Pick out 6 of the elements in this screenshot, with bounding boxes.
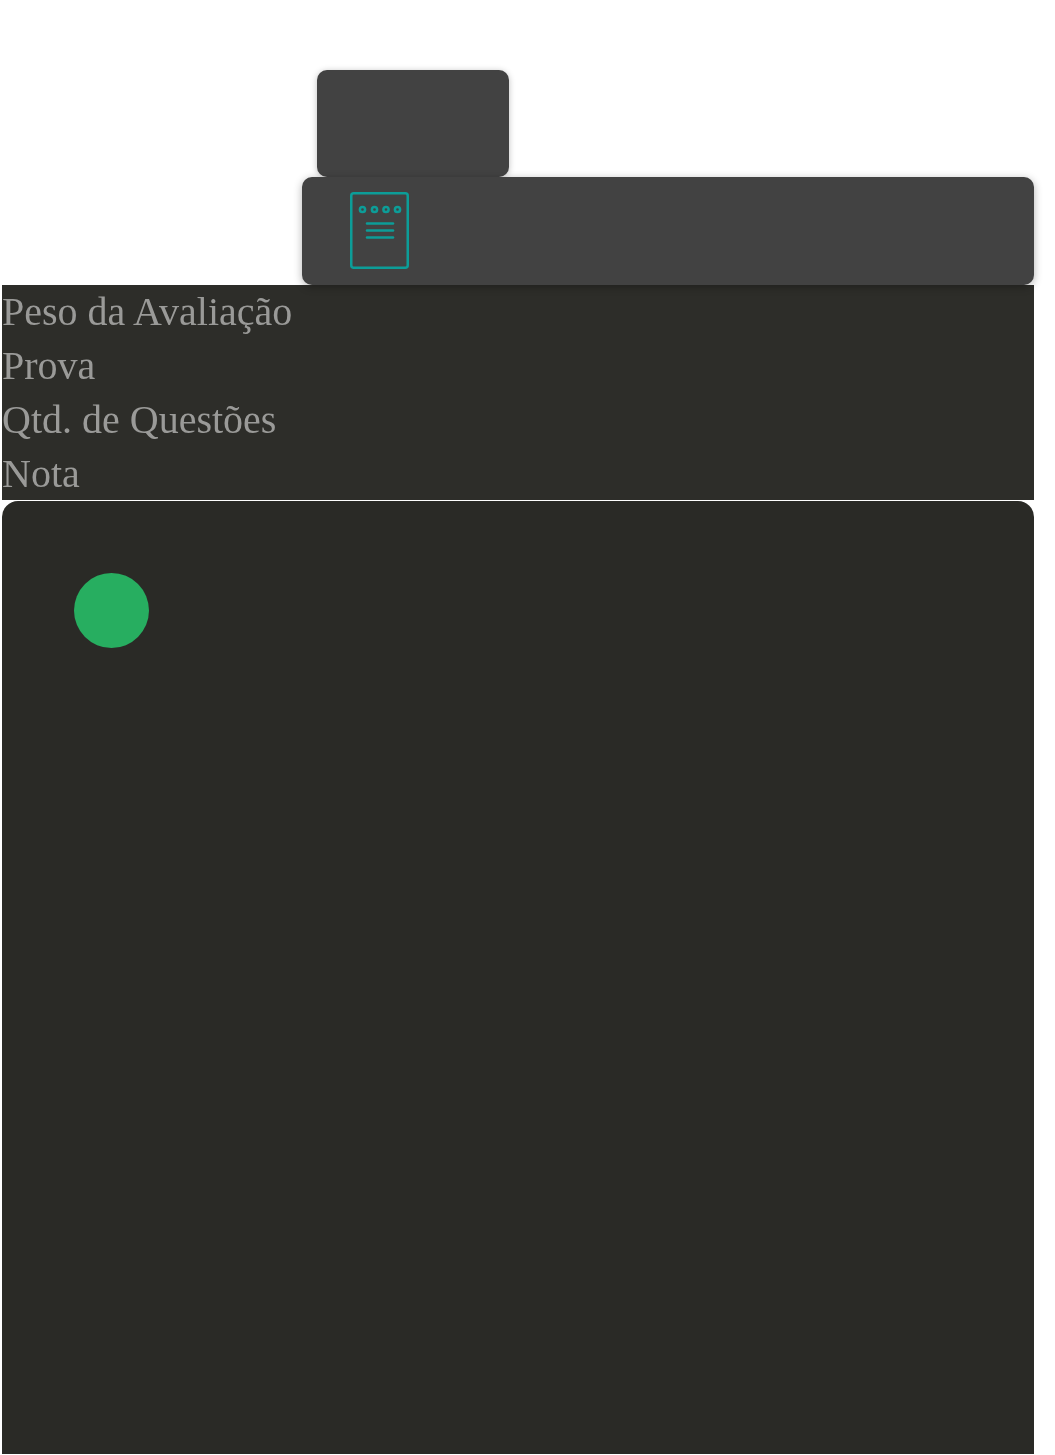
field-label: Peso da Avaliação (2, 288, 293, 336)
field-label: Qtd. de Questões (2, 396, 277, 444)
field-label: Nota (2, 450, 80, 498)
field-label: Prova (2, 342, 96, 390)
status-dot-icon (74, 573, 149, 648)
notepad-icon (350, 192, 409, 269)
